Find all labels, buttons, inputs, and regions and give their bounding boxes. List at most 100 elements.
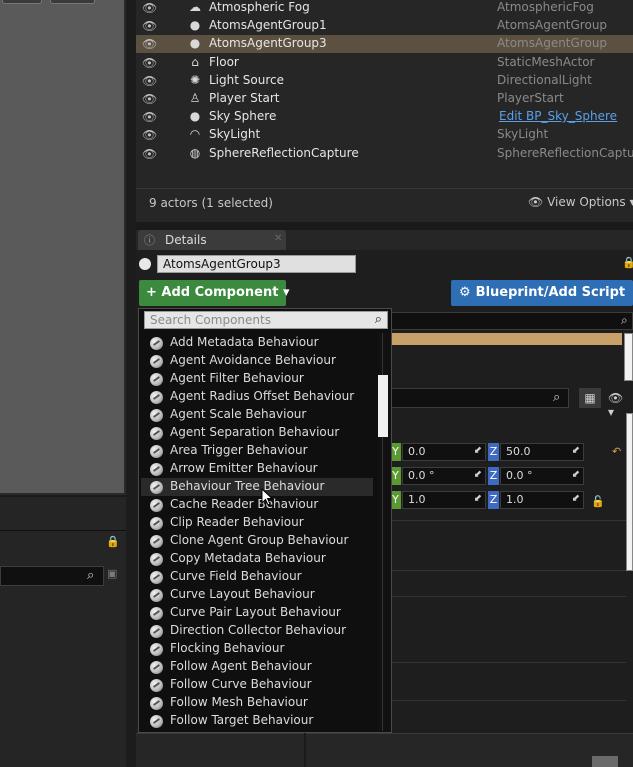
tab-details[interactable]: ⓘ Details ✕ [138,230,286,250]
component-menu-item[interactable]: Clip Reader Behaviour [141,514,373,532]
component-menu-item[interactable]: Follow Mesh Behaviour [141,694,373,712]
behaviour-icon [150,553,163,566]
actor-label: AtomsAgentGroup1 [209,18,327,33]
close-icon[interactable]: ✕ [274,233,282,244]
viewport-button[interactable] [50,0,95,4]
component-menu-item[interactable]: Direction Collector Behaviour [141,622,373,640]
actor-label: AtomsAgentGroup3 [209,36,327,51]
component-menu-item[interactable]: Agent Scale Behaviour [141,406,373,424]
component-menu-item[interactable]: Follow Agent Behaviour [141,658,373,676]
component-menu-item[interactable]: Clone Agent Group Behaviour [141,532,373,550]
component-menu-item-label: Agent Avoidance Behaviour [170,353,336,367]
y-value-field[interactable]: 1.0 ⬋ [402,491,486,509]
component-menu-item[interactable]: Arrow Emitter Behaviour [141,460,373,478]
visibility-eye-icon[interactable]: 👁 [142,1,157,15]
outliner-row[interactable]: 👁 ● AtomsAgentGroup1 AtomsAgentGroup [136,17,633,35]
lock-icon[interactable]: 🔒 [106,535,120,548]
view-options-label: View Options [547,195,626,209]
panel-splitter[interactable] [304,733,306,767]
outliner-row[interactable]: 👁 ◠ SkyLight SkyLight [136,126,633,144]
lock-icon[interactable]: 🔓 [591,495,605,508]
component-menu-item-label: Clone Agent Group Behaviour [170,533,349,547]
z-value-field[interactable]: 0.0 ° ⬋ [500,467,584,485]
component-menu-item-label: Agent Separation Behaviour [170,425,340,439]
behaviour-icon [150,337,163,350]
actor-label: Light Source [209,72,284,87]
outliner-row[interactable]: 👁 ◍ SphereReflectionCapture SphereReflectio… [136,145,633,163]
behaviour-icon [150,373,163,386]
visibility-eye-icon[interactable]: 👁 [142,74,157,88]
visibility-eye-icon[interactable]: 👁 [142,128,157,142]
behaviour-icon [150,445,163,458]
component-menu-item[interactable]: Copy Metadata Behaviour [141,550,373,568]
component-menu-item[interactable]: Follow Curve Behaviour [141,676,373,694]
z-value-field[interactable]: 50.0 ⬋ [500,443,584,461]
component-menu-item[interactable]: Follow Target Behaviour [141,712,373,730]
component-menu-item[interactable]: Agent Avoidance Behaviour [141,352,373,370]
add-component-button[interactable]: + Add Component ▾ [139,280,289,306]
z-value-field[interactable]: 1.0 ⬋ [500,491,584,509]
visibility-filter-button[interactable]: 👁▾ [604,388,633,419]
actor-label: Floor [209,54,239,69]
visibility-eye-icon[interactable]: 👁 [142,147,157,161]
component-menu-item[interactable]: Curve Layout Behaviour [141,586,373,604]
outliner-row[interactable]: 👁 ● AtomsAgentGroup3 AtomsAgentGroup [136,35,633,54]
outliner-row[interactable]: 👁 ✺ Light Source DirectionalLight [136,72,633,90]
chevron-down-icon: ▾ [629,195,633,209]
blueprint-add-script-button[interactable]: ⚙ Blueprint/Add Script [451,280,633,306]
behaviour-icon [150,625,163,638]
actor-name-field[interactable]: AtomsAgentGroup3 [157,255,356,273]
level-viewport[interactable] [0,0,126,495]
outliner-row[interactable]: 👁 ☁ Atmospheric Fog AtmosphericFog [136,0,633,17]
component-search-input[interactable] [390,312,633,330]
outliner-row[interactable]: 👁 ♙ Player Start PlayerStart [136,90,633,108]
outliner-row[interactable]: 👁 ⌂ Floor StaticMeshActor [136,54,633,72]
visibility-eye-icon[interactable]: 👁 [142,110,157,124]
behaviour-icon [150,481,163,494]
search-components-field[interactable]: ⌕ [144,311,388,329]
component-menu-item[interactable]: Add Metadata Behaviour [141,334,373,352]
scrollbar-thumb[interactable] [378,375,388,437]
scroll-thumb[interactable] [592,756,618,767]
component-menu-item[interactable]: Curve Field Behaviour [141,568,373,586]
actor-type: AtmosphericFog [497,0,594,14]
scrollbar[interactable] [624,333,633,381]
viewport-button[interactable] [2,0,42,4]
panel-splitter[interactable] [126,0,136,767]
light-icon: ✺ [189,72,201,87]
scrollbar[interactable] [626,413,633,571]
component-menu-item[interactable]: Behaviour Tree Behaviour [141,478,373,496]
y-value-field[interactable]: 0.0 ° ⬋ [402,467,486,485]
search-components-input[interactable] [145,312,365,328]
transform-row: Y 0.0 ⬋ Z 50.0 ⬋ [390,443,590,461]
property-matrix-button[interactable]: ▦ [579,388,601,408]
component-menu-item[interactable]: Area Trigger Behaviour [141,442,373,460]
behaviour-icon [150,427,163,440]
search-icon: ⌕ [621,313,628,327]
visibility-eye-icon[interactable]: 👁 [142,92,157,106]
selected-component-row[interactable] [390,333,622,345]
component-menu-item[interactable]: Flocking Behaviour [141,640,373,658]
behaviour-icon [150,535,163,548]
visibility-eye-icon[interactable]: 👁 [142,19,157,33]
component-menu-item[interactable]: Agent Filter Behaviour [141,370,373,388]
component-menu-item[interactable]: Agent Separation Behaviour [141,424,373,442]
actor-type: AtomsAgentGroup [497,36,608,51]
divider [0,530,126,531]
visibility-eye-icon[interactable]: 👁 [142,37,157,51]
component-menu-item[interactable]: Curve Pair Layout Behaviour [141,604,373,622]
lock-icon[interactable]: 🔒 [622,256,633,269]
outliner-row[interactable]: 👁 ● Sky Sphere Edit BP_Sky_Sphere [136,108,633,126]
component-menu-item[interactable]: Agent Radius Offset Behaviour [141,388,373,406]
component-menu-item-label: Behaviour Tree Behaviour [170,479,325,493]
drag-arrow-icon: ⬋ [571,493,580,504]
save-icon[interactable]: ▣ [107,567,117,580]
view-options-button[interactable]: 👁 View Options ▾ [528,195,633,209]
reset-to-default-icon[interactable]: ↶ [612,445,621,458]
actor-label: Atmospheric Fog [209,0,310,14]
component-menu-item[interactable]: Cache Reader Behaviour [141,496,373,514]
y-value-field[interactable]: 0.0 ⬋ [402,443,486,461]
property-search-input[interactable] [390,388,569,408]
visibility-eye-icon[interactable]: 👁 [142,56,157,70]
edit-blueprint-link[interactable]: Edit BP_Sky_Sphere [499,109,617,123]
